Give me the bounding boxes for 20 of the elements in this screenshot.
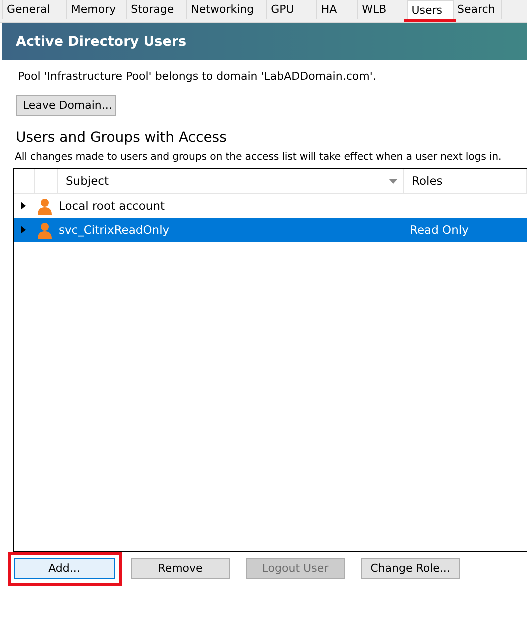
column-header[interactable]: Subject (58, 169, 404, 193)
section-note: All changes made to users and groups on the access list will take effect when a user next logs in. (15, 152, 503, 163)
subject-cell: Local root account (59, 199, 165, 213)
tab[interactable]: Users (406, 0, 454, 19)
domain-info: Pool 'Infrastructure Pool' belongs to domain 'LabADDomain.com'. (18, 70, 378, 83)
action-button[interactable]: Add... (14, 558, 115, 579)
table-row[interactable]: svc_CitrixReadOnly Read Only (14, 218, 527, 242)
leave-domain-button[interactable]: Leave Domain... (16, 95, 116, 116)
roles-cell: Read Only (410, 223, 469, 237)
sort-arrow-icon (389, 178, 398, 184)
action-button[interactable]: Remove (131, 558, 230, 579)
section-title: Users and Groups with Access (16, 130, 228, 146)
person-icon (37, 198, 53, 214)
column-header[interactable]: Roles (404, 169, 527, 193)
expand-arrow-icon[interactable] (21, 202, 26, 210)
header-title: Active Directory Users (16, 34, 187, 50)
subject-cell: svc_CitrixReadOnly (59, 223, 170, 237)
person-icon (37, 222, 53, 238)
tab[interactable]: Search (452, 0, 502, 19)
action-button[interactable]: Change Role... (361, 558, 460, 579)
